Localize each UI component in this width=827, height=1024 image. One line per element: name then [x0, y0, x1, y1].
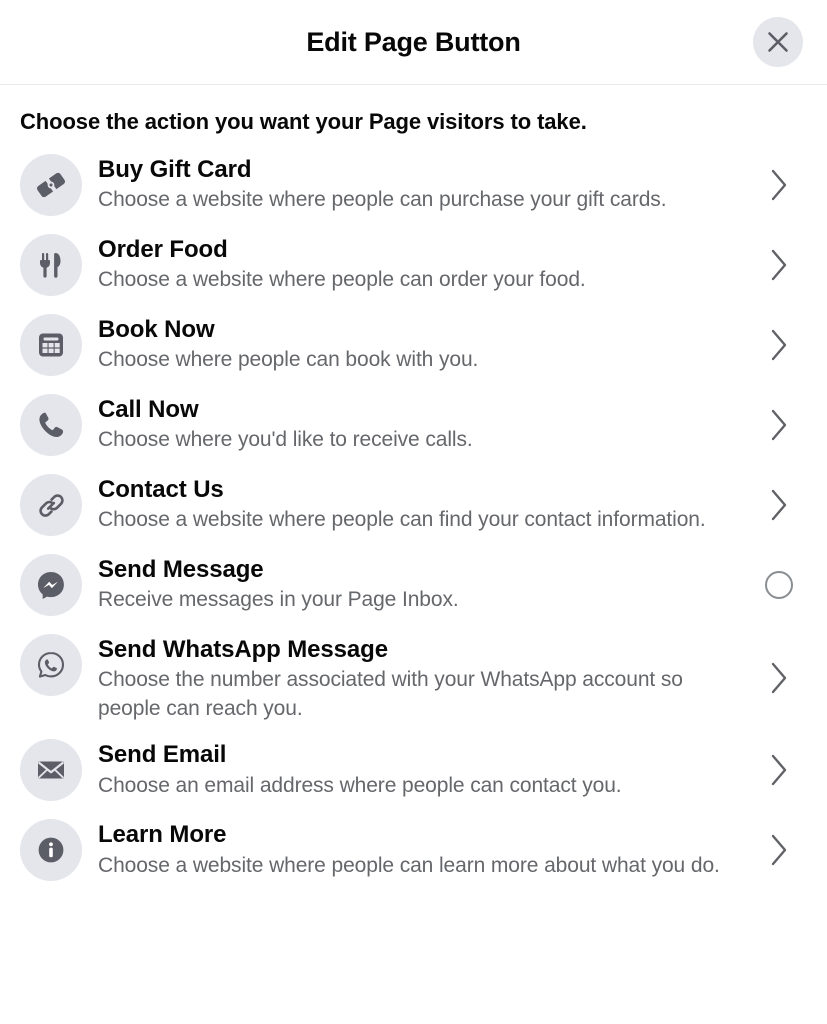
action-row-learn-more[interactable]: Learn More Choose a website where people… — [0, 810, 827, 890]
row-text: Learn More Choose a website where people… — [98, 817, 751, 880]
action-description: Receive messages in your Page Inbox. — [98, 588, 459, 612]
icon-circle — [20, 634, 82, 696]
row-icon-wrap — [18, 152, 84, 218]
chevron-right-icon — [766, 165, 792, 205]
row-text: Contact Us Choose a website where people… — [98, 472, 751, 535]
close-icon — [765, 29, 791, 55]
action-title: Call Now — [98, 396, 199, 423]
radio-unselected-icon[interactable] — [765, 571, 793, 599]
row-text: Book Now Choose where people can book wi… — [98, 312, 751, 375]
action-list: Buy Gift Card Choose a website where peo… — [0, 145, 827, 890]
chevron-right-icon — [766, 485, 792, 525]
action-row-contact-us[interactable]: Contact Us Choose a website where people… — [0, 465, 827, 545]
row-affordance[interactable] — [751, 645, 807, 711]
action-description: Choose the number associated with your W… — [98, 668, 683, 720]
row-icon-wrap — [18, 552, 84, 618]
link-chain-icon — [35, 489, 67, 521]
icon-circle — [20, 554, 82, 616]
icon-circle — [20, 739, 82, 802]
action-description: Choose an email address where people can… — [98, 773, 622, 797]
row-affordance[interactable] — [751, 472, 807, 538]
action-title: Send Email — [98, 741, 227, 769]
row-text: Buy Gift Card Choose a website where peo… — [98, 152, 751, 215]
dialog-header: Edit Page Button — [0, 0, 827, 85]
row-text: Order Food Choose a website where people… — [98, 232, 751, 295]
chevron-right-icon — [766, 658, 792, 698]
row-affordance[interactable] — [751, 552, 807, 618]
fork-knife-icon — [35, 249, 67, 281]
row-icon-wrap — [18, 817, 84, 883]
row-affordance[interactable] — [751, 737, 807, 803]
edit-page-button-dialog: Edit Page Button Choose the action you w… — [0, 0, 827, 1024]
close-button[interactable] — [753, 17, 803, 67]
action-description: Choose where people can book with you. — [98, 348, 479, 372]
section-heading: Choose the action you want your Page vis… — [20, 109, 587, 134]
chevron-right-icon — [766, 830, 792, 870]
chevron-right-icon — [766, 325, 792, 365]
chevron-right-icon — [766, 750, 792, 790]
action-title: Order Food — [98, 236, 228, 263]
action-description: Choose a website where people can purcha… — [98, 188, 667, 212]
info-icon — [35, 834, 67, 866]
action-title: Send Message — [98, 556, 264, 583]
icon-circle — [20, 314, 82, 376]
row-text: Call Now Choose where you'd like to rece… — [98, 392, 751, 455]
action-row-send-message[interactable]: Send Message Receive messages in your Pa… — [0, 545, 827, 625]
whatsapp-icon — [35, 649, 67, 681]
icon-circle — [20, 819, 82, 882]
action-title: Buy Gift Card — [98, 156, 252, 183]
row-text: Send Message Receive messages in your Pa… — [98, 552, 751, 615]
icon-circle — [20, 394, 82, 456]
action-description: Choose a website where people can order … — [98, 268, 586, 292]
action-row-send-whatsapp-message[interactable]: Send WhatsApp Message Choose the number … — [0, 625, 827, 730]
row-affordance[interactable] — [751, 392, 807, 458]
row-icon-wrap — [18, 312, 84, 378]
chevron-right-icon — [766, 405, 792, 445]
icon-circle — [20, 154, 82, 216]
action-row-buy-gift-card[interactable]: Buy Gift Card Choose a website where peo… — [0, 145, 827, 225]
icon-circle — [20, 234, 82, 296]
phone-icon — [35, 409, 67, 441]
row-text: Send WhatsApp Message Choose the number … — [98, 632, 751, 723]
row-icon-wrap — [18, 737, 84, 803]
dialog-body: Choose the action you want your Page vis… — [0, 85, 827, 1024]
calendar-icon — [35, 329, 67, 361]
action-row-call-now[interactable]: Call Now Choose where you'd like to rece… — [0, 385, 827, 465]
row-affordance[interactable] — [751, 232, 807, 298]
action-row-book-now[interactable]: Book Now Choose where people can book wi… — [0, 305, 827, 385]
action-title: Contact Us — [98, 476, 224, 503]
gift-card-icon — [34, 168, 68, 202]
action-title: Book Now — [98, 316, 215, 343]
action-title: Send WhatsApp Message — [98, 636, 388, 663]
action-row-send-email[interactable]: Send Email Choose an email address where… — [0, 730, 827, 810]
action-description: Choose a website where people can learn … — [98, 853, 720, 877]
row-affordance[interactable] — [751, 312, 807, 378]
icon-circle — [20, 474, 82, 536]
row-icon-wrap — [18, 472, 84, 538]
chevron-right-icon — [766, 245, 792, 285]
action-title: Learn More — [98, 821, 227, 849]
action-description: Choose where you'd like to receive calls… — [98, 428, 473, 452]
envelope-icon — [35, 754, 67, 786]
action-row-order-food[interactable]: Order Food Choose a website where people… — [0, 225, 827, 305]
row-affordance[interactable] — [751, 152, 807, 218]
action-description: Choose a website where people can find y… — [98, 508, 706, 532]
row-affordance[interactable] — [751, 817, 807, 883]
row-icon-wrap — [18, 232, 84, 298]
page-title: Edit Page Button — [306, 26, 521, 57]
row-text: Send Email Choose an email address where… — [98, 737, 751, 800]
row-icon-wrap — [18, 392, 84, 458]
messenger-icon — [35, 569, 67, 601]
row-icon-wrap — [18, 632, 84, 698]
